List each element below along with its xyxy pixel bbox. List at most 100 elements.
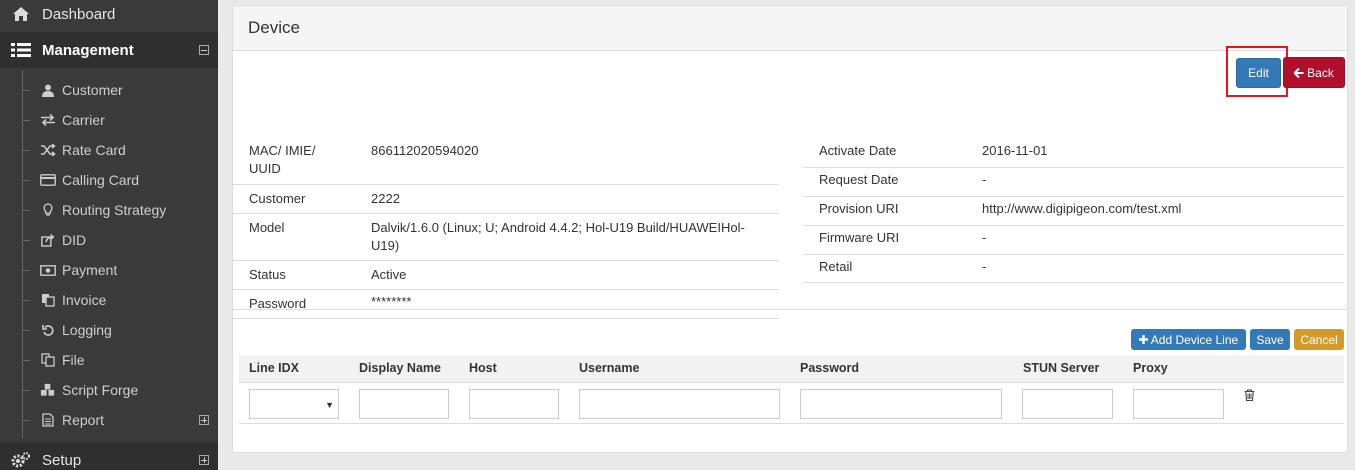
detail-row: Status Active — [233, 261, 779, 290]
line-idx-select[interactable]: ▼ — [249, 389, 339, 419]
save-button[interactable]: Save — [1250, 329, 1290, 350]
sidebar-item-label: Logging — [62, 322, 112, 338]
column-header: STUN Server — [1023, 361, 1100, 375]
detail-row: Model Dalvik/1.6.0 (Linux; U; Android 4.… — [233, 214, 779, 261]
plus-icon — [1138, 335, 1148, 344]
detail-value: - — [982, 172, 987, 187]
cancel-button[interactable]: Cancel — [1294, 329, 1344, 350]
detail-value: http://www.digipigeon.com/test.xml — [982, 201, 1182, 216]
detail-value: Dalvik/1.6.0 (Linux; U; Android 4.4.2; H… — [371, 220, 745, 253]
sidebar-item-payment[interactable]: Payment — [0, 255, 218, 285]
detail-key: Firmware URI — [819, 230, 900, 245]
sidebar-item-label: Payment — [62, 262, 118, 278]
nav-dashboard-label: Dashboard — [42, 5, 116, 23]
share-icon — [40, 233, 56, 247]
detail-row: Request Date - — [803, 168, 1344, 197]
expand-icon[interactable] — [199, 455, 209, 465]
detail-row: Customer 2222 — [233, 185, 779, 214]
stun-server-input[interactable] — [1022, 389, 1113, 419]
exchange-icon — [40, 114, 56, 126]
list-icon — [11, 42, 31, 58]
undo-icon — [40, 324, 56, 337]
table-row: ▼ — [239, 383, 1344, 424]
collapse-icon[interactable] — [199, 45, 209, 55]
proxy-input[interactable] — [1133, 389, 1224, 419]
sidebar-item-calling-card[interactable]: Calling Card — [0, 165, 218, 195]
sidebar-item-label: Carrier — [62, 112, 105, 128]
panel-title: Device — [233, 6, 1347, 51]
sidebar-item-label: Routing Strategy — [62, 202, 167, 218]
nav-setup[interactable]: Setup — [0, 442, 218, 470]
sidebar-item-label: Customer — [62, 82, 123, 98]
detail-row: Provision URI http://www.digipigeon.com/… — [803, 197, 1344, 226]
back-button-label: Back — [1307, 65, 1334, 80]
sidebar-item-label: Rate Card — [62, 142, 126, 158]
nav-dashboard[interactable]: Dashboard — [0, 0, 218, 32]
edit-button[interactable]: Edit — [1236, 58, 1281, 88]
detail-value: - — [982, 259, 987, 274]
sidebar-item-report[interactable]: Report — [0, 405, 218, 435]
cubes-icon — [40, 383, 56, 397]
device-panel: Device Edit Back MAC/ IMIE/ UUID 8661120… — [232, 5, 1348, 453]
sidebar-item-label: DID — [62, 232, 87, 248]
detail-value: 2016-11-01 — [982, 143, 1048, 158]
expand-icon[interactable] — [199, 415, 209, 425]
sidebar-item-label: Invoice — [62, 292, 107, 308]
detail-key: Model — [249, 220, 285, 235]
user-icon — [40, 84, 56, 97]
lightbulb-icon — [40, 203, 56, 217]
files-icon — [40, 353, 56, 367]
username-input[interactable] — [579, 389, 780, 419]
sidebar: Dashboard Management Customer Carrier Ra… — [0, 0, 218, 470]
sidebar-item-did[interactable]: DID — [0, 225, 218, 255]
detail-key: MAC/ IMIE/ UUID — [249, 143, 316, 176]
file-text-icon — [40, 413, 56, 427]
arrow-left-icon — [1294, 67, 1304, 78]
sidebar-item-rate-card[interactable]: Rate Card — [0, 135, 218, 165]
password-input[interactable] — [800, 389, 1002, 419]
host-input[interactable] — [469, 389, 559, 419]
column-header: Host — [469, 361, 497, 375]
add-device-line-label: Add Device Line — [1150, 332, 1239, 347]
home-icon — [11, 6, 31, 22]
display-name-input[interactable] — [359, 389, 449, 419]
sidebar-item-label: Script Forge — [62, 382, 139, 398]
detail-key: Request Date — [819, 172, 899, 187]
sidebar-item-label: File — [62, 352, 85, 368]
random-icon — [40, 144, 56, 156]
sidebar-item-label: Calling Card — [62, 172, 140, 188]
sidebar-item-script-forge[interactable]: Script Forge — [0, 375, 218, 405]
detail-row: Activate Date 2016-11-01 — [803, 139, 1344, 168]
detail-row: Password ******** — [233, 290, 779, 319]
detail-key: Status — [249, 267, 286, 282]
column-header: Line IDX — [249, 361, 300, 375]
detail-value: - — [982, 230, 987, 245]
detail-key: Customer — [249, 191, 306, 206]
sidebar-item-carrier[interactable]: Carrier — [0, 105, 218, 135]
sidebar-item-invoice[interactable]: Invoice — [0, 285, 218, 315]
trash-icon[interactable] — [1244, 389, 1255, 404]
detail-value: 2222 — [371, 191, 400, 206]
detail-value: Active — [371, 267, 407, 282]
sidebar-item-routing-strategy[interactable]: Routing Strategy — [0, 195, 218, 225]
nav-management-label: Management — [42, 41, 134, 59]
device-lines-header: Line IDX Display Name Host Username Pass… — [239, 355, 1344, 383]
add-device-line-button[interactable]: Add Device Line — [1131, 329, 1246, 350]
money-icon — [40, 264, 56, 276]
sidebar-item-customer[interactable]: Customer — [0, 75, 218, 105]
back-button[interactable]: Back — [1283, 57, 1345, 88]
nav-setup-label: Setup — [42, 451, 82, 469]
column-header: Display Name — [359, 361, 441, 375]
sidebar-item-file[interactable]: File — [0, 345, 218, 375]
nav-management[interactable]: Management — [0, 32, 218, 68]
column-header: Proxy — [1133, 361, 1168, 375]
sidebar-item-logging[interactable]: Logging — [0, 315, 218, 345]
credit-card-icon — [40, 174, 56, 186]
detail-row: Firmware URI - — [803, 226, 1344, 255]
detail-value: 866112020594020 — [371, 143, 479, 158]
column-header: Username — [579, 361, 640, 375]
detail-key: Password — [249, 296, 307, 311]
section-divider — [233, 309, 1347, 310]
detail-row: Retail - — [803, 255, 1344, 283]
detail-key: Provision URI — [819, 201, 899, 216]
